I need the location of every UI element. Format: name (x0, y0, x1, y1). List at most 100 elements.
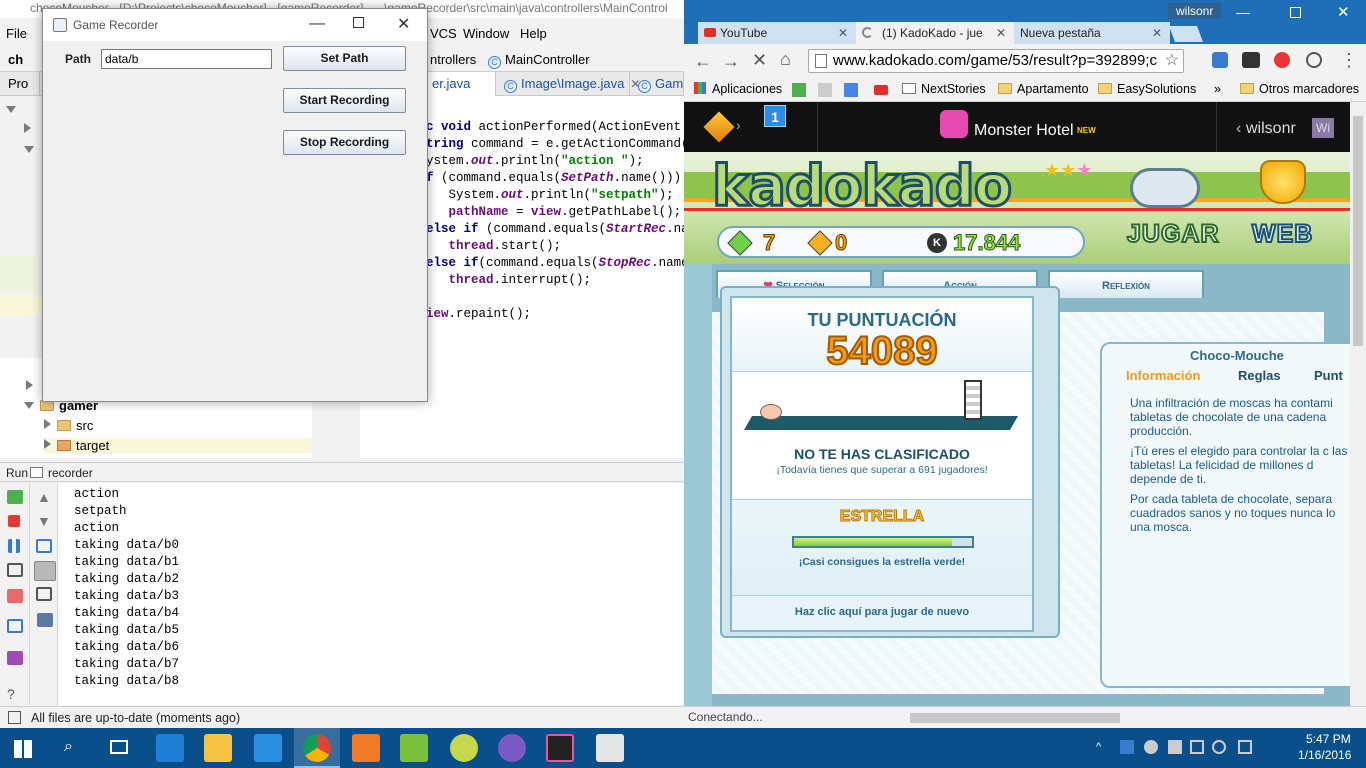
search-icon[interactable]: ⌕ (64, 738, 73, 756)
breadcrumb-maincontroller[interactable]: C MainController (488, 52, 590, 69)
layout-icon[interactable] (7, 619, 23, 633)
stop-icon[interactable] (8, 515, 20, 527)
stop-loading-icon[interactable]: ✕ (752, 50, 767, 71)
tab-image-java[interactable]: C Image\Image.java ✕ (496, 72, 640, 96)
extension-icon[interactable] (1242, 52, 1260, 68)
soft-wrap-icon[interactable] (36, 539, 52, 553)
notification-badge[interactable]: 1 (764, 105, 786, 127)
set-path-button[interactable]: Set Path (283, 46, 406, 71)
run-config-label[interactable]: recorder (48, 466, 93, 480)
file-explorer-icon[interactable] (204, 734, 232, 762)
user-avatar[interactable]: Wi (1312, 118, 1334, 138)
tab-reflexion[interactable]: Reflexión (1048, 270, 1204, 298)
clock-date[interactable]: 1/16/2016 (1298, 748, 1351, 762)
menu-window[interactable]: Window (463, 26, 509, 41)
notepad-icon[interactable] (400, 734, 428, 762)
home-icon[interactable]: ⌂ (780, 49, 791, 70)
extension-icon[interactable] (1212, 52, 1228, 68)
scroll-to-end-icon[interactable] (34, 561, 56, 581)
close-icon[interactable]: ✕ (397, 14, 410, 34)
info-tab-puntuacion[interactable]: Punt (1314, 368, 1343, 383)
bookmark-nextstories[interactable]: NextStories (902, 82, 986, 96)
close-icon[interactable]: ✕ (1337, 3, 1350, 21)
tab-youtube[interactable]: YouTube ✕ (698, 22, 856, 44)
vertical-scrollbar[interactable] (1350, 102, 1366, 706)
maps-icon[interactable] (792, 83, 806, 97)
info-tab-reglas[interactable]: Reglas (1238, 368, 1281, 383)
tree-toggle[interactable] (24, 142, 40, 157)
nav-jugar[interactable]: JUGAR (1126, 219, 1220, 249)
start-icon[interactable] (14, 740, 32, 758)
kadokado-logo[interactable]: kadokado (710, 153, 1013, 221)
arrow-down-icon[interactable]: ▼ (37, 514, 53, 528)
task-view-icon[interactable] (110, 740, 128, 754)
chevron-left-icon[interactable]: ‹ (1236, 120, 1241, 138)
tab-game[interactable]: C Gam (630, 72, 684, 96)
store-icon[interactable] (254, 734, 282, 762)
menu-help[interactable]: Help (520, 26, 547, 41)
help-icon[interactable]: ? (7, 687, 23, 701)
media-player-icon[interactable] (352, 734, 380, 762)
menu-icon[interactable]: ⋮ (1340, 50, 1358, 71)
breadcrumb-project[interactable]: ch (8, 52, 23, 67)
info-tab-informacion[interactable]: Información (1126, 368, 1200, 383)
intellij-icon[interactable] (546, 734, 574, 762)
exit-icon[interactable] (7, 589, 23, 603)
new-tab-button[interactable] (1169, 26, 1203, 42)
trophy-icon[interactable] (1260, 160, 1306, 204)
pinterest-icon[interactable] (1274, 52, 1290, 68)
bookmark-icon[interactable] (818, 83, 832, 97)
minimize-icon[interactable]: — (1236, 4, 1250, 20)
tree-toggle[interactable] (26, 379, 39, 394)
keyboard-icon[interactable] (1238, 740, 1252, 754)
address-bar[interactable]: www.kadokado.com/game/53/result?p=392899… (808, 49, 1184, 73)
bookmark-apps[interactable]: Aplicaciones (694, 82, 782, 96)
translate-icon[interactable] (844, 83, 858, 97)
tree-item-src[interactable]: src (44, 418, 93, 433)
tray-icon[interactable] (1168, 740, 1182, 754)
kadokado-user[interactable]: wilsonr (1246, 120, 1296, 138)
tab-new-tab[interactable]: Nueva pestaña ✕ (1014, 22, 1170, 44)
pin-icon[interactable] (7, 651, 23, 665)
clock-time[interactable]: 5:47 PM (1306, 732, 1351, 746)
menu-vcs[interactable]: VCS (430, 26, 457, 41)
close-icon[interactable]: ✕ (1152, 26, 1162, 40)
arrow-up-icon[interactable]: ▲ (37, 490, 53, 504)
tree-toggle[interactable] (24, 122, 37, 137)
chevron-up-icon[interactable]: ^ (1096, 740, 1110, 754)
minimize-icon[interactable]: — (309, 15, 325, 33)
back-icon[interactable]: ← (694, 51, 712, 72)
camera-icon[interactable] (7, 563, 23, 577)
path-input[interactable]: data/b (101, 49, 272, 69)
trash-icon[interactable] (37, 613, 53, 627)
tab-maincontroller[interactable]: er.java (424, 72, 496, 96)
close-icon[interactable]: ✕ (996, 26, 1006, 40)
headphones-icon[interactable] (1306, 52, 1322, 68)
replay-link[interactable]: Haz clic aquí para jugar de nuevo (732, 606, 1032, 618)
kadokado-cube-icon[interactable] (703, 111, 735, 143)
menu-file[interactable]: File (6, 26, 27, 41)
forward-icon[interactable]: → (722, 51, 740, 72)
console-output[interactable]: action setpath action taking data/b0 tak… (58, 483, 684, 705)
bookmarks-overflow-icon[interactable]: » (1214, 82, 1221, 96)
stop-recording-button[interactable]: Stop Recording (283, 130, 406, 155)
tray-icon[interactable] (1144, 740, 1158, 754)
bookmark-apartamento[interactable]: Apartamento (998, 82, 1089, 96)
bookmark-other[interactable]: Otros marcadores (1240, 82, 1359, 96)
volume-icon[interactable] (1212, 740, 1226, 754)
game-title[interactable]: Monster Hotel (974, 122, 1074, 140)
tree-item-target[interactable]: target (44, 438, 312, 453)
maximize-icon[interactable] (353, 17, 364, 28)
scrollbar-thumb[interactable] (1353, 116, 1363, 346)
edge-icon[interactable] (156, 734, 184, 762)
app-icon[interactable] (450, 734, 478, 762)
nav-web[interactable]: WEB (1251, 219, 1313, 249)
network-icon[interactable] (1190, 740, 1204, 754)
youtube-icon[interactable] (874, 85, 888, 95)
start-recording-button[interactable]: Start Recording (283, 88, 406, 113)
horizontal-scrollbar-thumb[interactable] (910, 713, 1120, 723)
project-tool-tab[interactable]: Pro (0, 72, 40, 96)
chrome-icon[interactable] (303, 734, 331, 762)
maximize-icon[interactable] (1290, 7, 1301, 18)
java-icon[interactable] (596, 734, 624, 762)
